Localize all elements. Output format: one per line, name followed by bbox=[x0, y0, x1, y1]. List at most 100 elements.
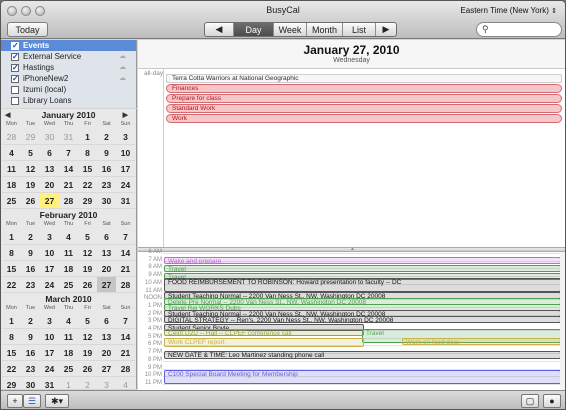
mini-day[interactable]: 28 bbox=[2, 129, 21, 145]
mini-day[interactable]: 13 bbox=[97, 329, 116, 345]
mini-day[interactable]: 9 bbox=[21, 245, 40, 261]
timed-event[interactable]: NEW DATE & TIME: Leo Martinez standing p… bbox=[164, 351, 561, 359]
timezone-selector[interactable]: Eastern Time (New York) ⇕ bbox=[460, 6, 557, 15]
mini-day[interactable]: 31 bbox=[59, 129, 78, 145]
mini-day[interactable]: 16 bbox=[97, 161, 116, 177]
mini-day[interactable]: 11 bbox=[59, 329, 78, 345]
calendar-checkbox[interactable] bbox=[11, 96, 19, 105]
mini-day[interactable]: 21 bbox=[116, 261, 135, 277]
mini-day[interactable]: 15 bbox=[78, 161, 97, 177]
mini-day[interactable]: 9 bbox=[21, 329, 40, 345]
mini-day[interactable]: 7 bbox=[116, 313, 135, 329]
mini-day[interactable]: 26 bbox=[78, 277, 97, 293]
allday-event[interactable]: Finances bbox=[166, 84, 562, 93]
mini-day[interactable]: 1 bbox=[2, 229, 21, 245]
mini-day[interactable]: 26 bbox=[78, 361, 97, 377]
next-day-button[interactable]: ▶ bbox=[376, 23, 396, 36]
calendar-item[interactable]: ✓ iPhoneNew2 ☁ bbox=[1, 73, 136, 84]
mini-day[interactable]: 20 bbox=[97, 261, 116, 277]
mini-day[interactable]: 27 bbox=[40, 193, 59, 209]
calendar-checkbox[interactable]: ✓ bbox=[11, 41, 19, 50]
mini-day[interactable]: 17 bbox=[40, 345, 59, 361]
mini-day[interactable]: 27 bbox=[97, 277, 116, 293]
mini-day[interactable]: 18 bbox=[2, 177, 21, 193]
add-button[interactable]: + bbox=[7, 394, 23, 408]
mini-day[interactable]: 2 bbox=[21, 229, 40, 245]
mini-day[interactable]: 22 bbox=[2, 361, 21, 377]
calendar-item[interactable]: ✓ External Service ☁ bbox=[1, 51, 136, 62]
mini-day[interactable]: 6 bbox=[40, 145, 59, 161]
allday-event[interactable]: Terra Cotta Warriors at National Geograp… bbox=[166, 74, 562, 83]
mini-day[interactable]: 19 bbox=[78, 261, 97, 277]
mini-day[interactable]: 21 bbox=[59, 177, 78, 193]
mini-day[interactable]: 17 bbox=[116, 161, 135, 177]
mini-day[interactable]: 1 bbox=[2, 313, 21, 329]
vertical-scrollbar[interactable] bbox=[560, 252, 565, 390]
tab-list[interactable]: List bbox=[343, 23, 376, 36]
mini-day[interactable]: 5 bbox=[78, 229, 97, 245]
mini-day[interactable]: 10 bbox=[40, 245, 59, 261]
tab-month[interactable]: Month bbox=[307, 23, 343, 36]
timed-event[interactable]: Wake and prepare bbox=[164, 257, 561, 264]
timed-event[interactable]: C100 Special Board Meeting for Membershi… bbox=[164, 370, 561, 384]
mini-day[interactable]: 5 bbox=[21, 145, 40, 161]
mini-day[interactable]: 7 bbox=[116, 229, 135, 245]
mini-day[interactable]: 14 bbox=[116, 329, 135, 345]
mini-day[interactable]: 16 bbox=[21, 345, 40, 361]
mini-day[interactable]: 27 bbox=[97, 361, 116, 377]
mini-day[interactable]: 8 bbox=[2, 245, 21, 261]
mini-day[interactable]: 24 bbox=[40, 361, 59, 377]
mini-day[interactable]: 6 bbox=[97, 229, 116, 245]
gear-menu-button[interactable]: ✱▾ bbox=[45, 394, 69, 408]
sidebar-toggle-icon[interactable]: ▢ bbox=[521, 394, 539, 408]
timed-event[interactable]: Ceipt D2D -- Hall -- CLPEF conference ca… bbox=[164, 329, 364, 336]
calendar-list-icon[interactable]: ☰ bbox=[23, 394, 41, 408]
mini-day[interactable]: 11 bbox=[59, 245, 78, 261]
mini-day[interactable]: 4 bbox=[2, 145, 21, 161]
mini-day[interactable]: 31 bbox=[116, 193, 135, 209]
mini-day[interactable]: 3 bbox=[40, 313, 59, 329]
mini-day[interactable]: 26 bbox=[21, 193, 40, 209]
timed-event[interactable]: DIGITAL STRATEGY -- Ren's, 2200 Van Ness… bbox=[164, 316, 561, 323]
mini-day[interactable]: 8 bbox=[78, 145, 97, 161]
timed-event[interactable]: Work CLPEF report bbox=[164, 338, 364, 347]
mini-day[interactable]: 28 bbox=[59, 193, 78, 209]
mini-day[interactable]: 23 bbox=[21, 277, 40, 293]
mini-day[interactable]: 18 bbox=[59, 261, 78, 277]
calendar-checkbox[interactable] bbox=[11, 85, 19, 94]
mini-day[interactable]: 30 bbox=[40, 129, 59, 145]
mini-day[interactable]: 4 bbox=[59, 229, 78, 245]
mini-day[interactable]: 13 bbox=[40, 161, 59, 177]
mini-day[interactable]: 3 bbox=[116, 129, 135, 145]
calendar-checkbox[interactable]: ✓ bbox=[11, 52, 19, 61]
mini-day[interactable]: 10 bbox=[40, 329, 59, 345]
mini-day[interactable]: 14 bbox=[116, 245, 135, 261]
mini-day[interactable]: 13 bbox=[97, 245, 116, 261]
previous-month-button[interactable]: ◀ bbox=[5, 111, 10, 119]
calendar-checkbox[interactable]: ✓ bbox=[11, 63, 19, 72]
calendar-item[interactable]: ✓ Hastings ☁ bbox=[1, 62, 136, 73]
calendar-item[interactable]: Library Loans bbox=[1, 95, 136, 106]
mini-day[interactable]: 20 bbox=[40, 177, 59, 193]
tab-week[interactable]: Week bbox=[274, 23, 307, 36]
mini-day[interactable]: 23 bbox=[97, 177, 116, 193]
mini-day[interactable]: 21 bbox=[116, 345, 135, 361]
timed-event[interactable]: FOOD REIMBURSEMENT TO ROBINSON: Howard p… bbox=[164, 278, 561, 292]
previous-day-button[interactable]: ◀ bbox=[205, 23, 234, 36]
tab-day[interactable]: Day bbox=[234, 23, 274, 36]
calendar-checkbox[interactable]: ✓ bbox=[11, 74, 19, 83]
mini-day[interactable]: 10 bbox=[116, 145, 135, 161]
mini-day[interactable]: 15 bbox=[2, 261, 21, 277]
mini-day[interactable]: 20 bbox=[97, 345, 116, 361]
mini-day[interactable]: 29 bbox=[21, 129, 40, 145]
mini-day[interactable]: 28 bbox=[116, 361, 135, 377]
mini-day[interactable]: 30 bbox=[97, 193, 116, 209]
allday-event[interactable]: Work bbox=[166, 114, 562, 123]
mini-day[interactable]: 15 bbox=[2, 345, 21, 361]
mini-day[interactable]: 5 bbox=[78, 313, 97, 329]
mini-day[interactable]: 25 bbox=[2, 193, 21, 209]
search-field[interactable]: ⚲ bbox=[476, 22, 562, 37]
timed-event[interactable]: Travel bbox=[164, 265, 561, 272]
mini-day[interactable]: 12 bbox=[21, 161, 40, 177]
mini-day[interactable]: 9 bbox=[97, 145, 116, 161]
